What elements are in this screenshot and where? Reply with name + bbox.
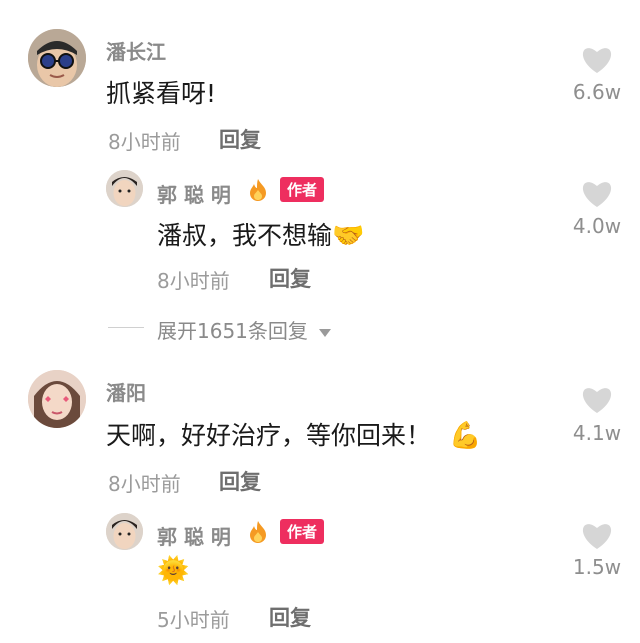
reply-button[interactable]: 回复: [269, 263, 311, 293]
expand-replies-button[interactable]: 展开1651条回复: [157, 315, 332, 344]
like-count: 6.6w: [572, 80, 622, 104]
author-badge: 作者: [280, 519, 325, 544]
like-count: 4.0w: [572, 214, 622, 238]
reply-author[interactable]: 郭 聪 明: [157, 521, 231, 550]
reply-text: 潘叔，我不想输🤝: [157, 216, 364, 252]
fire-icon: [250, 179, 266, 201]
heart-icon[interactable]: [580, 178, 614, 208]
reply-text-label: 潘叔，我不想输: [157, 221, 333, 250]
reply-avatar[interactable]: [106, 513, 143, 550]
reply-button[interactable]: 回复: [219, 466, 261, 496]
reply-avatar[interactable]: [106, 170, 143, 207]
young-man-avatar-icon: [106, 513, 143, 550]
woman-avatar-icon: [28, 370, 86, 428]
comment-time: 8小时前: [108, 130, 181, 154]
comment-time: 8小时前: [108, 472, 181, 496]
comment-2: 潘阳 天啊，好好治疗，等你回来！ 💪 8小时前 回复 4.1w 郭 聪 明 作者 …: [0, 360, 640, 643]
reply-time: 8小时前: [157, 269, 230, 293]
reply-time: 5小时前: [157, 608, 230, 632]
reply-text: 🌞: [157, 556, 189, 586]
comment-text: 天啊，好好治疗，等你回来！ 💪: [106, 416, 481, 452]
caret-down-icon: [319, 328, 332, 337]
comment-author[interactable]: 潘长江: [106, 36, 166, 65]
fire-icon: [250, 521, 266, 543]
comment-1: 潘长江 抓紧看呀! 8小时前 回复 6.6w 郭 聪 明 作者 潘叔，我不想输🤝…: [0, 0, 640, 343]
reply-button[interactable]: 回复: [219, 124, 261, 154]
comment-text-label: 天啊，好好治疗，等你回来！: [106, 421, 432, 450]
avatar[interactable]: [28, 370, 86, 428]
sunglasses-man-avatar-icon: [28, 29, 86, 87]
comment-author[interactable]: 潘阳: [106, 377, 146, 406]
avatar[interactable]: [28, 29, 86, 87]
like-count: 4.1w: [572, 421, 622, 445]
like-count: 1.5w: [572, 555, 622, 579]
heart-icon[interactable]: [580, 44, 614, 74]
expand-replies-label: 展开1651条回复: [157, 319, 308, 343]
young-man-avatar-icon: [106, 170, 143, 207]
handshake-emoji-icon: 🤝: [332, 221, 365, 251]
expand-divider: [108, 327, 144, 328]
comment-text: 抓紧看呀!: [106, 79, 217, 108]
reply-author[interactable]: 郭 聪 明: [157, 179, 231, 208]
reply-button[interactable]: 回复: [269, 602, 311, 632]
sun-emoji-icon: 🌞: [157, 556, 190, 586]
author-badge: 作者: [280, 177, 325, 202]
flexed-biceps-emoji-icon: 💪: [449, 421, 482, 451]
heart-icon[interactable]: [580, 384, 614, 414]
heart-icon[interactable]: [580, 520, 614, 550]
